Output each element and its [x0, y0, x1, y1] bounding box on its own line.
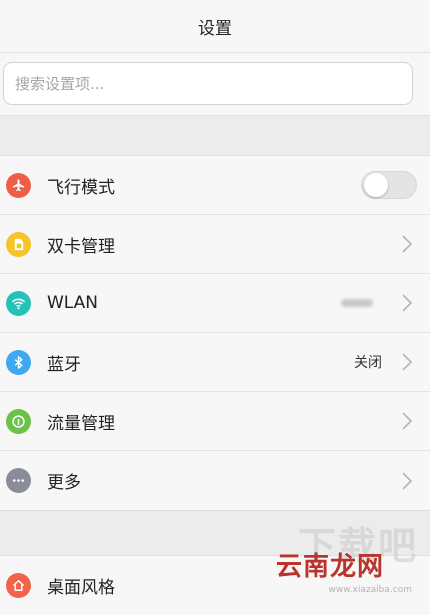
settings-row-more[interactable]: 更多	[0, 451, 430, 510]
toggle-knob	[364, 173, 388, 197]
gauge-icon	[6, 408, 31, 434]
wlan-network-name-obscured	[341, 299, 373, 307]
airplane-icon	[6, 172, 31, 198]
airplane-mode-toggle[interactable]	[361, 171, 417, 199]
settings-row-label: 更多	[47, 473, 81, 493]
top-bar: 设置	[0, 0, 430, 53]
home-icon	[6, 573, 31, 598]
chevron-right-icon	[402, 235, 413, 253]
settings-row-airplane[interactable]: 飞行模式	[0, 156, 430, 215]
settings-group-connectivity: 飞行模式 双卡管理 WLAN 蓝牙 关闭 流量管理 更多	[0, 156, 430, 510]
watermark-main-text: 云南龙网	[276, 552, 385, 582]
settings-row-label: 飞行模式	[47, 177, 115, 198]
settings-row-bluetooth[interactable]: 蓝牙 关闭	[0, 333, 430, 392]
page-title: 设置	[198, 18, 232, 39]
chevron-right-icon	[402, 294, 413, 312]
watermark-url: www.xiazaiba.com	[328, 585, 412, 595]
settings-row-data-usage[interactable]: 流量管理	[0, 392, 430, 451]
settings-row-label: WLAN	[47, 293, 99, 313]
search-bar-container: 搜索设置项...	[0, 53, 430, 115]
more-dots-icon	[6, 468, 31, 493]
settings-row-dual-sim[interactable]: 双卡管理	[0, 215, 430, 274]
search-input[interactable]: 搜索设置项...	[3, 62, 413, 105]
bluetooth-status-value: 关闭	[354, 355, 382, 371]
search-placeholder: 搜索设置项...	[15, 75, 105, 93]
wifi-icon	[6, 290, 31, 316]
bluetooth-icon	[6, 349, 31, 375]
sim-card-icon	[6, 231, 31, 257]
chevron-right-icon	[402, 471, 413, 490]
settings-row-label: 蓝牙	[47, 354, 81, 375]
settings-row-label: 双卡管理	[47, 236, 115, 257]
settings-row-wlan[interactable]: WLAN	[0, 274, 430, 333]
chevron-right-icon	[402, 412, 413, 430]
watermark: 下载吧 云南龙网 www.xiazaiba.com	[276, 515, 426, 595]
settings-row-label: 流量管理	[47, 413, 115, 434]
chevron-right-icon	[402, 353, 413, 371]
section-divider	[0, 115, 430, 156]
